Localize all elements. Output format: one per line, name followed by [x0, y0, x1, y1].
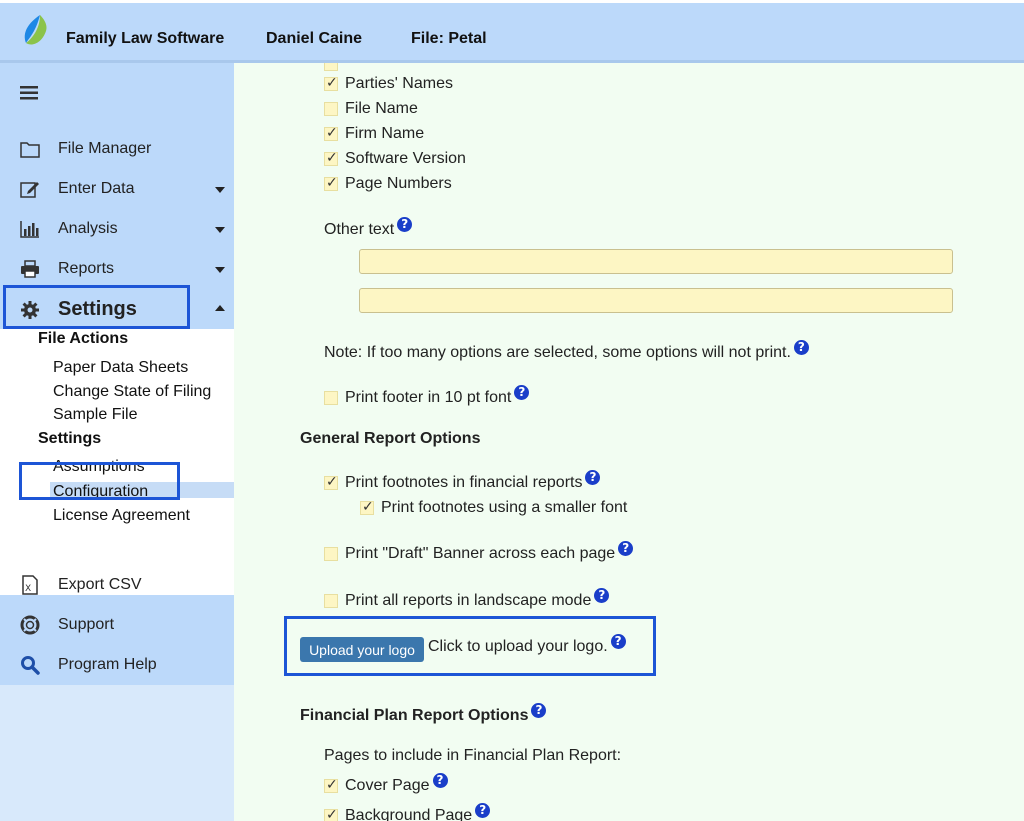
submenu-item-license-agreement[interactable]: License Agreement	[53, 507, 190, 525]
folder-icon	[20, 142, 40, 158]
settings-highlight-box	[3, 285, 190, 329]
checkbox-draft-banner[interactable]	[324, 547, 338, 561]
option-label: Firm Name	[345, 125, 425, 142]
option-label: Background Page?	[345, 803, 491, 821]
checkbox-parties-names[interactable]	[324, 75, 338, 91]
checkbox-file-name[interactable]	[324, 102, 338, 116]
submenu-item-change-state[interactable]: Change State of Filing	[53, 383, 211, 401]
help-icon[interactable]: ?	[531, 703, 547, 718]
help-icon[interactable]: ?	[514, 385, 530, 400]
sidebar-item-label: Analysis	[58, 220, 118, 237]
printer-icon	[21, 260, 39, 278]
sidebar-item-support[interactable]: Support	[20, 615, 114, 635]
sidebar-item-analysis[interactable]: Analysis	[20, 220, 118, 238]
help-icon[interactable]: ?	[594, 588, 610, 603]
sidebar-item-label: Support	[58, 616, 115, 633]
help-icon[interactable]: ?	[397, 217, 413, 232]
option-label: Print all reports in landscape mode?	[345, 588, 610, 610]
help-icon[interactable]: ?	[475, 803, 491, 818]
sidebar-item-file-manager[interactable]: File Manager	[20, 140, 151, 158]
submenu-item-sample-file[interactable]: Sample File	[53, 406, 137, 424]
option-label-text: Cover Page	[345, 777, 430, 794]
sidebar: File Manager Enter Data Analysis Reports…	[0, 63, 234, 821]
configuration-highlight-box	[19, 462, 180, 500]
other-text-label-text: Other text	[324, 221, 395, 238]
option-label: Print "Draft" Banner across each page?	[345, 541, 634, 563]
chevron-up-icon[interactable]	[215, 305, 225, 311]
help-icon[interactable]: ?	[618, 541, 634, 556]
settings-heading: Settings	[38, 430, 102, 447]
app-logo	[24, 15, 47, 45]
sidebar-item-enter-data[interactable]: Enter Data	[20, 180, 134, 198]
checkbox-footnotes-smaller[interactable]	[360, 499, 374, 515]
help-icon[interactable]: ?	[432, 773, 448, 788]
options-note-text: Note: If too many options are selected, …	[324, 344, 791, 361]
edit-icon	[20, 182, 39, 198]
other-text-input-1[interactable]	[359, 249, 953, 274]
csv-file-icon: X	[22, 575, 38, 595]
option-label: Print footnotes in financial reports?	[345, 470, 601, 492]
sidebar-item-label: Program Help	[58, 656, 157, 673]
file-actions-heading: File Actions	[38, 330, 129, 347]
options-note: Note: If too many options are selected, …	[324, 340, 809, 362]
checkbox-partial-hidden[interactable]	[324, 63, 338, 71]
help-icon[interactable]: ?	[793, 340, 809, 355]
option-label: Print footer in 10 pt font?	[345, 385, 530, 407]
checkbox-cover-page[interactable]	[324, 777, 338, 793]
upload-logo-highlight-box	[284, 616, 656, 676]
sidebar-item-label: File Manager	[58, 140, 152, 157]
user-name: Daniel Caine	[266, 30, 363, 47]
option-label-text: Print all reports in landscape mode	[345, 592, 592, 609]
option-label: Page Numbers	[345, 175, 452, 192]
financial-plan-heading-text: Financial Plan Report Options	[300, 707, 529, 724]
svg-text:X: X	[25, 584, 31, 594]
general-report-options-heading: General Report Options	[300, 430, 481, 447]
search-icon	[21, 656, 40, 675]
hamburger-icon[interactable]	[20, 86, 38, 100]
option-label-text: Print footer in 10 pt font	[345, 389, 512, 406]
checkbox-background-page[interactable]	[324, 807, 338, 821]
submenu-item-paper-data-sheets[interactable]: Paper Data Sheets	[53, 359, 188, 377]
chevron-down-icon[interactable]	[215, 227, 225, 233]
checkbox-firm-name[interactable]	[324, 125, 338, 141]
chevron-down-icon[interactable]	[215, 267, 225, 273]
bar-chart-icon	[20, 221, 39, 238]
checkbox-software-version[interactable]	[324, 150, 338, 166]
option-label: Software Version	[345, 150, 466, 167]
option-label: Print footnotes using a smaller font	[381, 499, 628, 516]
file-label: File: Petal	[411, 30, 487, 47]
option-label-text: Print footnotes in financial reports	[345, 474, 583, 491]
sidebar-item-label: Reports	[58, 260, 115, 277]
sidebar-item-label: Export CSV	[58, 576, 142, 593]
option-label: Parties' Names	[345, 75, 453, 92]
help-icon[interactable]: ?	[585, 470, 601, 485]
sidebar-item-export-csv[interactable]: X Export CSV	[20, 575, 142, 595]
app-header: Family Law Software Daniel Caine File: P…	[0, 3, 1024, 63]
option-label-text: Background Page	[345, 807, 473, 821]
other-text-input-2[interactable]	[359, 288, 953, 313]
sidebar-item-program-help[interactable]: Program Help	[20, 655, 157, 675]
option-label: File Name	[345, 100, 418, 117]
option-label-text: Print "Draft" Banner across each page	[345, 545, 616, 562]
checkbox-footer-10pt[interactable]	[324, 391, 338, 405]
app-name: Family Law Software	[66, 30, 225, 47]
financial-plan-options-heading: Financial Plan Report Options?	[300, 703, 547, 725]
checkbox-landscape[interactable]	[324, 594, 338, 608]
main-content: Parties' Names File Name Firm Name Softw…	[234, 63, 1024, 821]
option-label: Cover Page?	[345, 773, 448, 795]
pages-to-include-label: Pages to include in Financial Plan Repor…	[324, 747, 622, 764]
checkbox-page-numbers[interactable]	[324, 175, 338, 191]
chevron-down-icon[interactable]	[215, 187, 225, 193]
sidebar-item-reports[interactable]: Reports	[20, 260, 114, 278]
sidebar-item-label: Enter Data	[58, 180, 135, 197]
other-text-label: Other text?	[324, 217, 413, 239]
checkbox-print-footnotes[interactable]	[324, 474, 338, 490]
lifebuoy-icon	[20, 615, 40, 635]
